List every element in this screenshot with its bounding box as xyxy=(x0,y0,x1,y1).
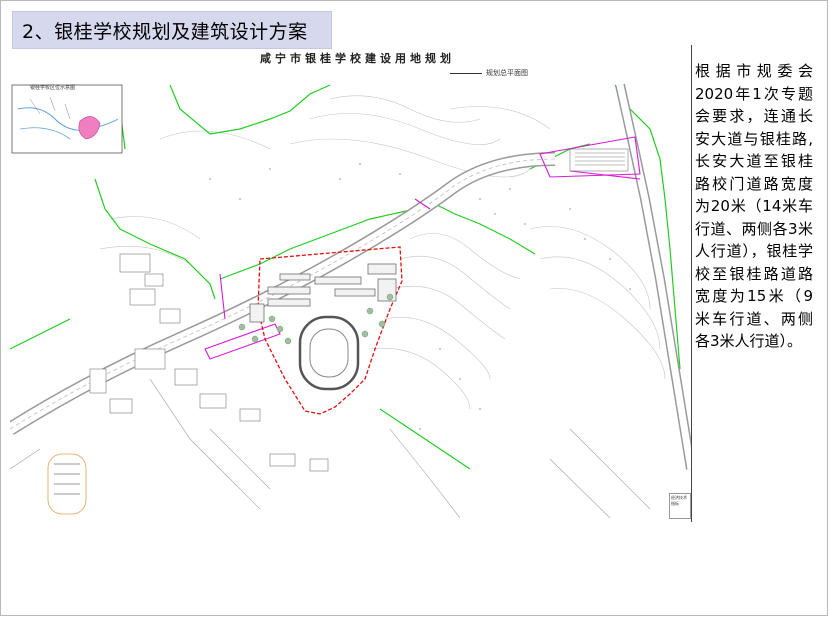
terrain-contours xyxy=(99,95,666,410)
running-track xyxy=(298,315,360,391)
indicator-table-title: 经济技术指标 xyxy=(671,495,687,506)
map-title: 咸宁市银桂学校建设用地规划 xyxy=(260,52,455,65)
inset-location-map xyxy=(11,84,123,154)
site-plan-drawing xyxy=(10,83,691,518)
map-subtitle: 规划总平面图 xyxy=(450,68,528,78)
site-plan-map: 咸宁市银桂学校建设用地规划 规划总平面图 银桂学校区位示意图 xyxy=(10,49,691,518)
parking-lot xyxy=(569,148,629,172)
vertical-divider xyxy=(691,45,692,522)
description-text: 根据市规委会2020年1次专题会要求，连通长安大道与银桂路,长安大道至银桂路校门… xyxy=(695,62,813,350)
parking-bottom-left xyxy=(47,453,87,515)
slide-title: 2、银桂学校规划及建筑设计方案 xyxy=(12,11,332,49)
inset-map-title: 银桂学校区位示意图 xyxy=(30,85,76,91)
magenta-road-boundaries xyxy=(204,136,641,360)
indicator-table: 经济技术指标 xyxy=(669,493,691,519)
lot-lines xyxy=(10,378,651,518)
